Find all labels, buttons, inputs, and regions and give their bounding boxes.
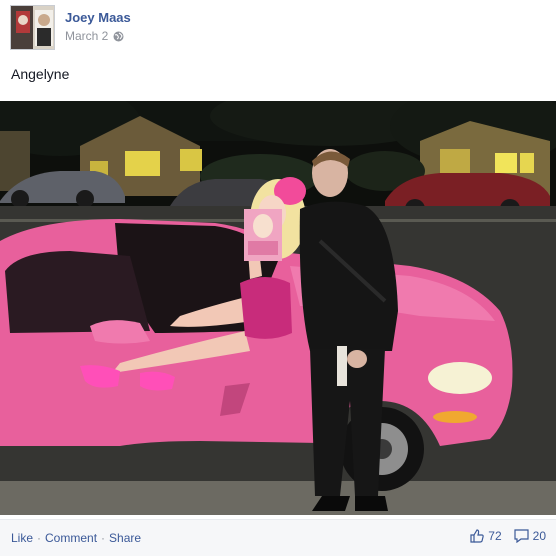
separator: · <box>37 531 42 545</box>
post-meta: Joey Maas March 2 <box>65 10 131 43</box>
post-stats: 72 20 <box>458 529 546 543</box>
post-footer: Like · Comment · Share 72 20 <box>0 519 556 556</box>
thumbs-up-icon <box>470 529 485 543</box>
comment-link[interactable]: Comment <box>45 531 97 545</box>
author-avatar[interactable] <box>10 5 55 50</box>
separator: · <box>101 531 106 545</box>
globe-icon[interactable] <box>113 31 124 42</box>
comment-bubble-icon <box>514 529 529 543</box>
likes-count-link[interactable]: 72 <box>470 529 502 543</box>
like-link[interactable]: Like <box>11 531 33 545</box>
avatar-image <box>11 6 54 49</box>
comments-count-link[interactable]: 20 <box>514 529 546 543</box>
author-name[interactable]: Joey Maas <box>65 10 131 26</box>
share-link[interactable]: Share <box>109 531 141 545</box>
photo-image <box>0 101 556 515</box>
post-date[interactable]: March 2 <box>65 29 108 43</box>
post-actions: Like · Comment · Share <box>11 531 141 545</box>
post-header: Joey Maas March 2 <box>10 5 131 50</box>
post-photo[interactable] <box>0 101 556 515</box>
post-caption: Angelyne <box>11 66 70 82</box>
post-dateline: March 2 <box>65 29 131 43</box>
facebook-post: Joey Maas March 2 Angelyne Like · Commen… <box>0 0 556 556</box>
comments-count: 20 <box>532 529 546 543</box>
likes-count: 72 <box>488 529 502 543</box>
